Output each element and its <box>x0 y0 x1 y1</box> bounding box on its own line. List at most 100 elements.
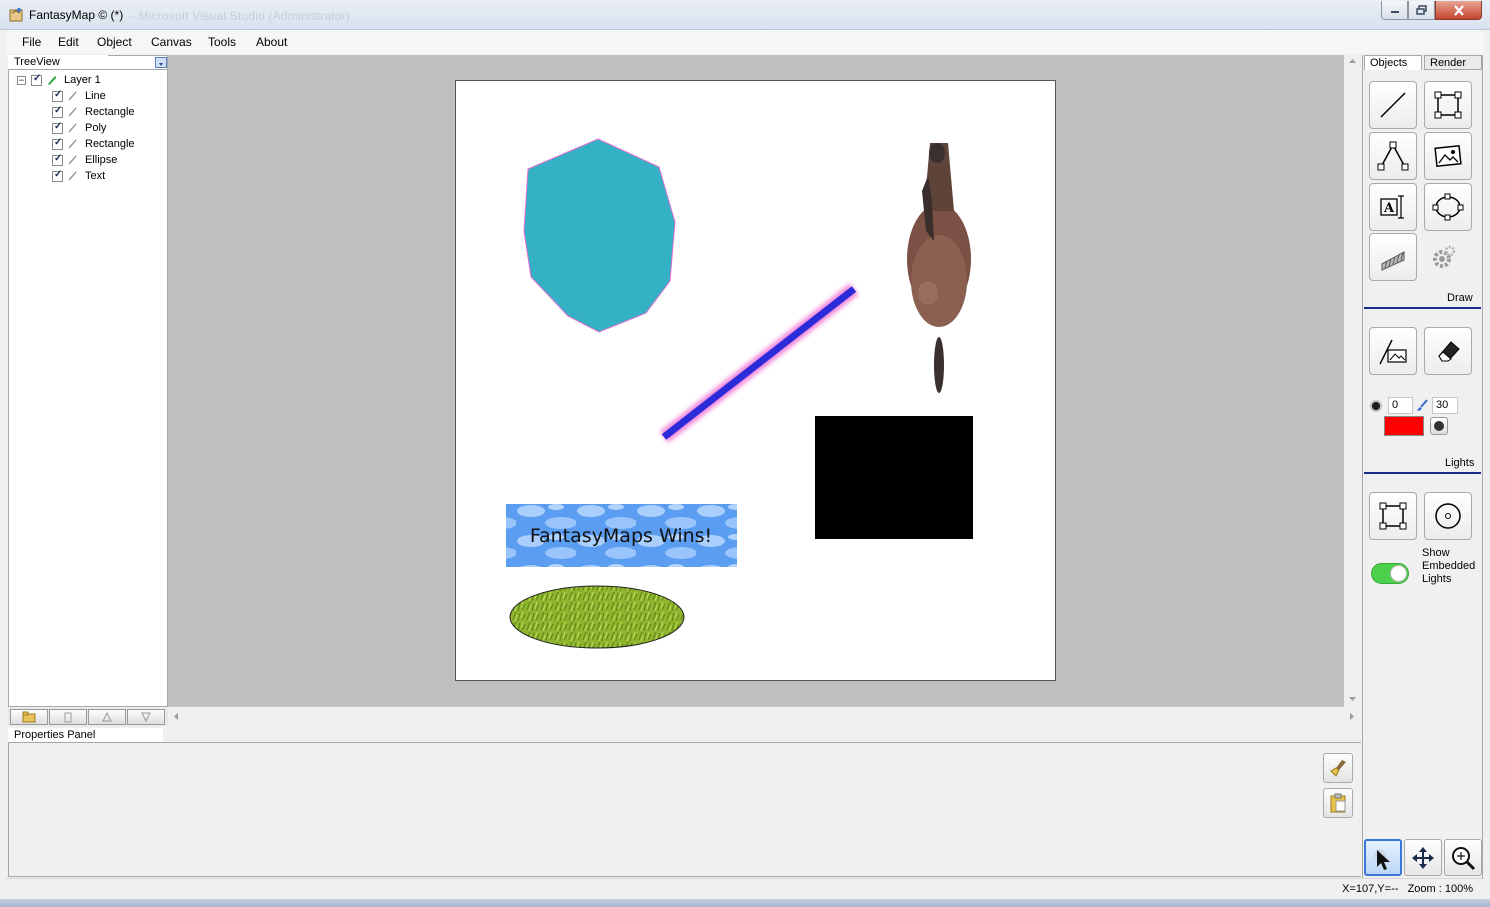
menu-object[interactable]: Object <box>95 34 134 50</box>
item-checkbox[interactable] <box>52 169 63 182</box>
canvas-paper[interactable]: FantasyMaps Wins! <box>455 80 1056 681</box>
tab-properties-panel[interactable]: Properties Panel <box>8 728 163 743</box>
lights-section-label: Lights <box>1445 457 1475 469</box>
properties-panel <box>8 743 1361 877</box>
ellipse-icon <box>1432 193 1464 221</box>
tab-objects[interactable]: Objects <box>1364 55 1422 70</box>
item-checkbox[interactable] <box>52 121 63 134</box>
layer-label: Layer 1 <box>64 74 101 86</box>
ellipse-shape[interactable] <box>509 585 685 649</box>
section-divider <box>1364 472 1481 474</box>
scroll-left-icon[interactable] <box>173 712 179 721</box>
chevron-down-icon <box>159 63 163 66</box>
restore-icon <box>1415 5 1427 15</box>
rectangle-light-icon <box>1379 502 1407 530</box>
tree-item-label: Text <box>85 170 106 182</box>
horizontal-scrollbar[interactable] <box>168 708 1361 725</box>
toggle-knob <box>1390 565 1407 582</box>
menu-file[interactable]: File <box>20 34 43 50</box>
window-titlebar: FantasyMap © (*) – Microsoft Visual Stud… <box>0 0 1490 30</box>
close-icon <box>1453 4 1464 16</box>
insert-text-button[interactable]: A <box>1369 183 1417 231</box>
menu-edit[interactable]: Edit <box>56 34 81 50</box>
close-button[interactable] <box>1435 1 1482 20</box>
paste-properties-button[interactable] <box>1323 788 1353 818</box>
settings-button[interactable] <box>1431 245 1457 271</box>
arrow-up-icon <box>102 711 112 722</box>
point-light-icon <box>1435 503 1461 529</box>
text-shape[interactable]: FantasyMaps Wins! <box>506 504 737 567</box>
draw-line-button[interactable] <box>1369 81 1417 129</box>
move-up-button[interactable] <box>88 709 126 725</box>
minimize-button[interactable] <box>1381 1 1408 20</box>
move-icon <box>1412 846 1434 869</box>
menu-canvas[interactable]: Canvas <box>149 34 194 50</box>
tree-item-label: Ellipse <box>85 154 118 166</box>
vertical-scrollbar[interactable] <box>1344 55 1361 707</box>
line-icon <box>1380 92 1406 118</box>
brush-size-field[interactable]: 0 <box>1388 397 1413 414</box>
tree-item[interactable]: Text <box>17 168 167 184</box>
pan-tool-button[interactable] <box>1404 839 1442 876</box>
tab-treeview[interactable]: TreeView <box>8 55 108 70</box>
point-light-button[interactable] <box>1424 492 1472 540</box>
rectangle-shape[interactable] <box>815 416 973 539</box>
draw-ellipse-button[interactable] <box>1424 183 1472 231</box>
circle-brush-icon <box>1434 421 1444 431</box>
collapse-toggle-icon[interactable]: − <box>17 75 26 85</box>
pointer-icon <box>1374 848 1390 870</box>
item-checkbox[interactable] <box>52 105 63 118</box>
clear-properties-button[interactable] <box>1323 753 1353 783</box>
clipboard-icon <box>1330 793 1346 813</box>
select-tool-button[interactable] <box>1364 839 1402 876</box>
eraser-button[interactable] <box>1424 327 1472 375</box>
tree-item[interactable]: Ellipse <box>17 152 167 168</box>
brush-color-swatch[interactable] <box>1384 416 1424 436</box>
draw-poly-button[interactable] <box>1369 132 1417 180</box>
brush-shape-button[interactable] <box>1430 417 1448 435</box>
item-checkbox[interactable] <box>52 153 63 166</box>
draw-section-label: Draw <box>1447 292 1473 304</box>
label-line: Lights <box>1422 573 1452 585</box>
menu-tools[interactable]: Tools <box>206 34 238 50</box>
texture-brush-button[interactable] <box>1369 233 1417 281</box>
add-layer-button[interactable] <box>10 709 48 725</box>
scroll-right-icon[interactable] <box>1349 712 1355 721</box>
scroll-down-icon[interactable] <box>1348 696 1357 702</box>
tree-item[interactable]: Line <box>17 88 167 104</box>
pencil-icon <box>68 171 77 181</box>
line-shape[interactable] <box>659 283 859 443</box>
horse-image[interactable] <box>907 143 971 393</box>
item-checkbox[interactable] <box>52 89 63 102</box>
draw-rectangle-button[interactable] <box>1424 81 1472 129</box>
delete-layer-button[interactable] <box>49 709 87 725</box>
insert-image-button[interactable] <box>1424 132 1472 180</box>
tree-layer-row[interactable]: − Layer 1 <box>17 72 167 88</box>
tab-render[interactable]: Render <box>1424 55 1482 70</box>
paint-brush-button[interactable] <box>1369 327 1417 375</box>
show-embedded-lights-label: Show Embedded Lights <box>1422 547 1475 586</box>
layer-checkbox[interactable] <box>31 73 42 86</box>
poly-shape[interactable] <box>523 138 676 333</box>
section-divider <box>1364 307 1481 309</box>
tree-item[interactable]: Poly <box>17 120 167 136</box>
brush-size-icon <box>1370 400 1382 412</box>
menu-about[interactable]: About <box>254 34 289 50</box>
tree-item[interactable]: Rectangle <box>17 104 167 120</box>
move-down-button[interactable] <box>127 709 165 725</box>
tree-item[interactable]: Rectangle <box>17 136 167 152</box>
scroll-up-icon[interactable] <box>1348 58 1357 64</box>
folder-icon <box>22 711 36 723</box>
item-checkbox[interactable] <box>52 137 63 150</box>
show-embedded-lights-toggle[interactable] <box>1371 563 1409 584</box>
eraser-icon <box>1438 341 1460 362</box>
brush-opacity-field[interactable]: 30 <box>1432 397 1458 414</box>
brush-icon <box>1417 399 1428 411</box>
rect-light-button[interactable] <box>1369 492 1417 540</box>
tree-item-label: Line <box>85 90 106 102</box>
panel-collapse-button[interactable] <box>155 57 167 68</box>
canvas-drawing[interactable]: FantasyMaps Wins! <box>456 81 1055 680</box>
zoom-tool-button[interactable] <box>1444 839 1482 876</box>
maximize-button[interactable] <box>1408 1 1435 20</box>
status-bar: X=107,Y=-- Zoom : 100% <box>6 878 1484 899</box>
